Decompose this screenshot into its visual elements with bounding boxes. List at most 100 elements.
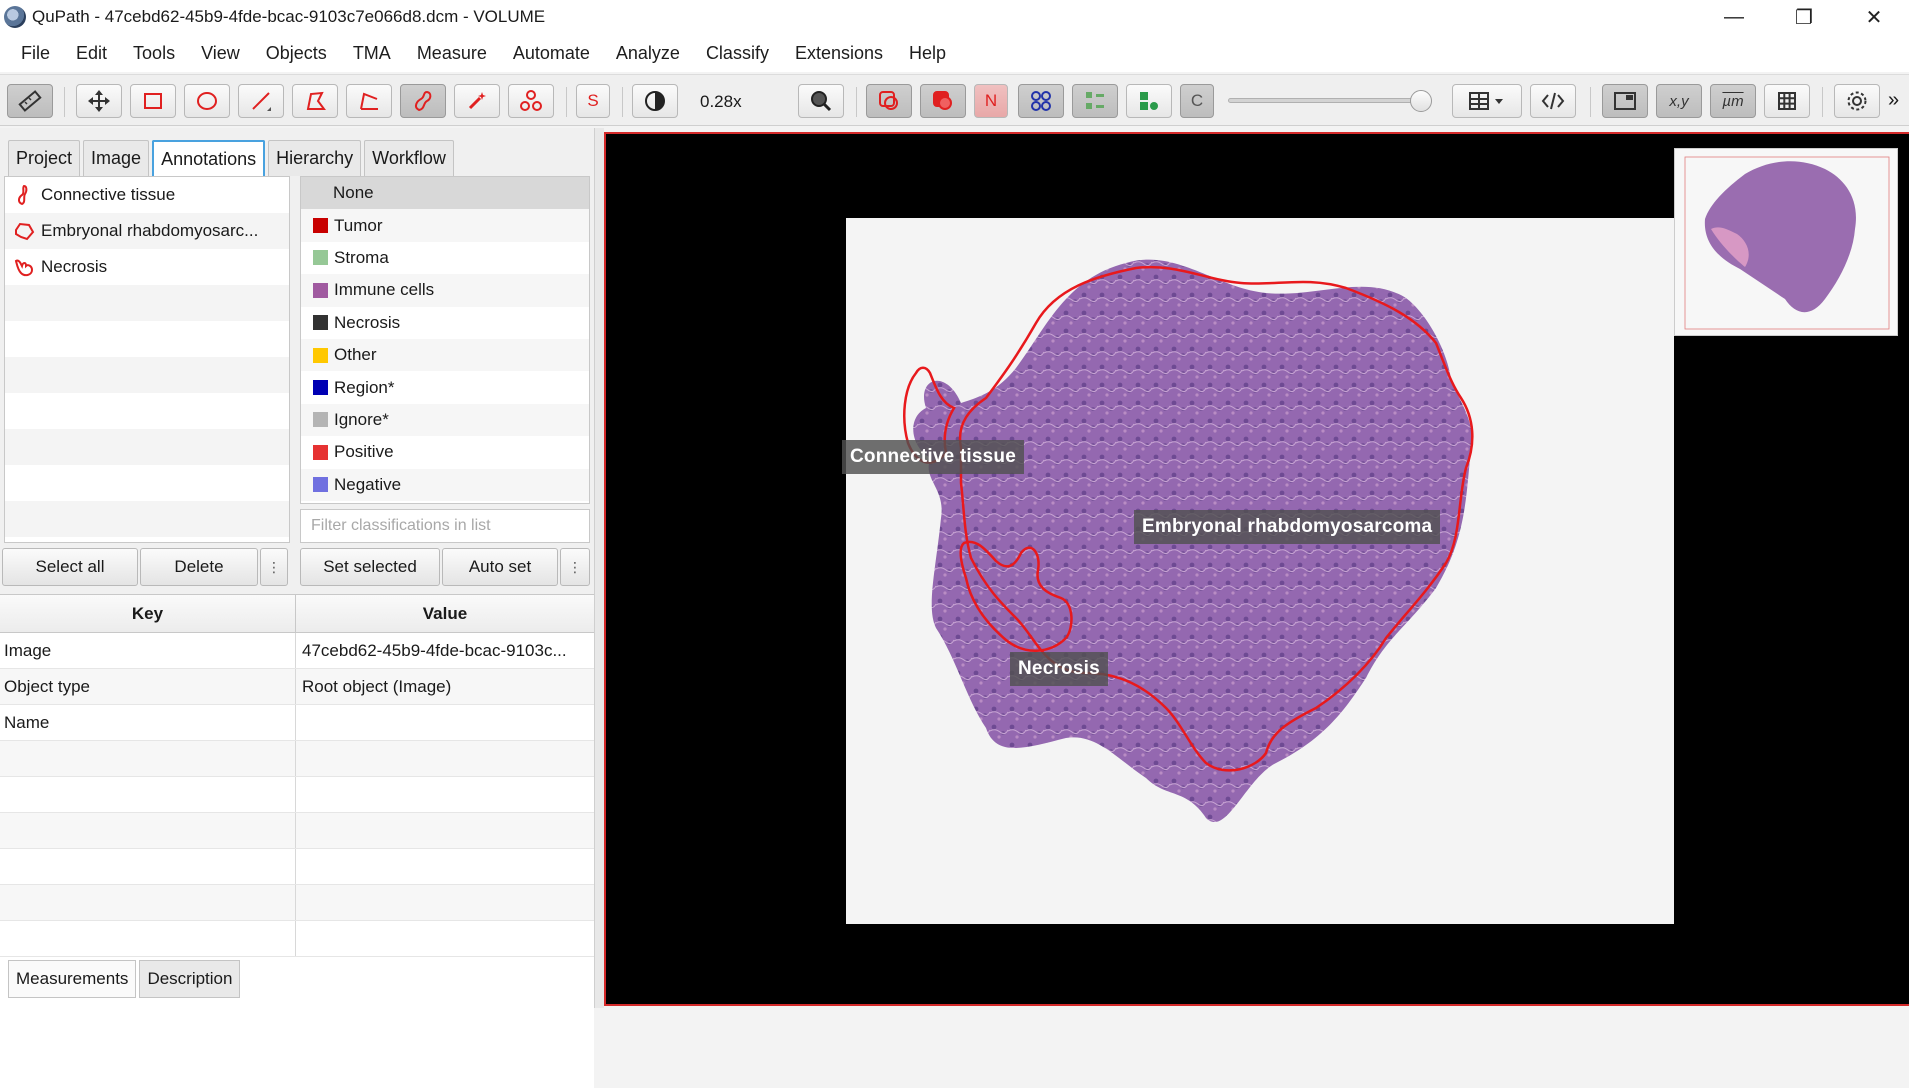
tab-project[interactable]: Project [8, 140, 81, 176]
class-name: Positive [334, 442, 394, 462]
brightness-contrast-button[interactable] [632, 84, 678, 118]
show-annotations-icon [879, 91, 898, 110]
class-item-none[interactable]: None [301, 177, 589, 210]
zoom-to-fit-button[interactable] [798, 84, 844, 118]
zoom-level: 0.28x [700, 92, 742, 111]
slide-image[interactable]: Connective tissue Embryonal rhabdomyosar… [842, 218, 1674, 924]
menu-objects[interactable]: Objects [253, 43, 340, 64]
brush-icon [414, 90, 432, 112]
delete-button[interactable]: Delete [140, 548, 258, 586]
menu-analyze[interactable]: Analyze [603, 43, 693, 64]
show-overview-button[interactable] [1602, 84, 1648, 118]
list-item [5, 393, 289, 429]
menu-automate[interactable]: Automate [500, 43, 603, 64]
show-detections-button[interactable] [1072, 84, 1118, 118]
image-viewer[interactable]: Connective tissue Embryonal rhabdomyosar… [604, 132, 1909, 1006]
class-item-ignore[interactable]: Ignore* [301, 403, 589, 437]
menu-tools[interactable]: Tools [120, 43, 188, 64]
class-item-region[interactable]: Region* [301, 371, 589, 403]
opacity-slider-track[interactable] [1228, 98, 1424, 103]
annotation-item-connective-tissue[interactable]: Connective tissue [5, 177, 289, 213]
tab-image[interactable]: Image [83, 140, 150, 176]
wand-tool-button[interactable] [454, 84, 500, 118]
menu-view[interactable]: View [188, 43, 253, 64]
tab-workflow[interactable]: Workflow [364, 140, 454, 176]
class-item-immune-cells[interactable]: Immune cells [301, 274, 589, 307]
menu-file[interactable]: File [8, 43, 63, 64]
value-column-header[interactable]: Value [296, 595, 594, 632]
grid-options-button[interactable] [1452, 84, 1522, 118]
magnifier-icon [811, 91, 832, 112]
polyline-tool-button[interactable] [346, 84, 392, 118]
opacity-slider-knob[interactable] [1410, 90, 1432, 112]
tab-measurements[interactable]: Measurements [8, 960, 137, 998]
title-bar: QuPath - 47cebd62-45b9-4fde-bcac-9103c7e… [0, 0, 1909, 34]
label-embryonal-rhabdomyosarcoma: Embryonal rhabdomyosarcoma [1134, 510, 1441, 544]
auto-set-button[interactable]: Auto set [442, 548, 558, 586]
fill-annotations-icon [933, 91, 952, 110]
rectangle-tool-button[interactable] [130, 84, 176, 118]
menu-classify[interactable]: Classify [693, 43, 782, 64]
classification-more-button[interactable]: ⋮ [560, 548, 590, 586]
close-button[interactable]: ✕ [1839, 0, 1909, 34]
class-item-positive[interactable]: Positive [301, 436, 589, 468]
fill-annotations-button[interactable] [920, 84, 966, 118]
set-selected-button[interactable]: Set selected [300, 548, 440, 586]
list-item [5, 429, 289, 465]
filter-classifications-input[interactable] [300, 509, 590, 543]
panel-splitter[interactable] [594, 128, 604, 1008]
menu-help[interactable]: Help [896, 43, 959, 64]
annotation-item-necrosis[interactable]: Necrosis [5, 249, 289, 285]
tab-annotations[interactable]: Annotations [152, 140, 266, 176]
class-item-necrosis[interactable]: Necrosis [301, 307, 589, 339]
table-row[interactable]: Object type Root object (Image) [0, 669, 594, 705]
class-item-stroma[interactable]: Stroma [301, 242, 589, 274]
table-row[interactable]: Name [0, 705, 594, 741]
selection-mode-button[interactable]: S [576, 84, 610, 118]
line-tool-button[interactable] [238, 84, 284, 118]
minimize-button[interactable]: — [1699, 0, 1769, 34]
fill-detections-button[interactable] [1126, 84, 1172, 118]
move-arrows-icon [88, 90, 110, 112]
tab-hierarchy[interactable]: Hierarchy [268, 140, 362, 176]
show-connections-button[interactable]: C [1180, 84, 1214, 118]
brush-tool-button[interactable] [400, 84, 446, 118]
annotation-list: Connective tissue Embryonal rhabdomyosar… [4, 176, 290, 543]
toolbar-toggle-button[interactable] [7, 84, 53, 118]
property-value: Root object (Image) [302, 676, 452, 696]
show-location-button[interactable]: x,y [1656, 84, 1702, 118]
show-grid-button[interactable] [1764, 84, 1810, 118]
annotation-more-button[interactable]: ⋮ [260, 548, 288, 586]
move-tool-button[interactable] [76, 84, 122, 118]
window-controls: — ❐ ✕ [1699, 0, 1909, 34]
table-row[interactable]: Image 47cebd62-45b9-4fde-bcac-9103c... [0, 633, 594, 669]
annotation-name: Connective tissue [41, 185, 176, 204]
menu-measure[interactable]: Measure [404, 43, 500, 64]
toolbar-overflow-button[interactable]: » [1888, 89, 1899, 112]
annotation-item-embryonal-rhabdomyosarcoma[interactable]: Embryonal rhabdomyosarc... [5, 213, 289, 249]
tab-description[interactable]: Description [139, 960, 241, 998]
points-tool-button[interactable] [508, 84, 554, 118]
show-names-button[interactable]: N [974, 84, 1008, 118]
preferences-button[interactable] [1834, 84, 1880, 118]
menu-tma[interactable]: TMA [340, 43, 404, 64]
class-item-tumor[interactable]: Tumor [301, 209, 589, 242]
points-icon [520, 90, 542, 111]
class-item-negative[interactable]: Negative [301, 468, 589, 501]
show-annotations-button[interactable] [866, 84, 912, 118]
show-tma-grid-button[interactable] [1018, 84, 1064, 118]
class-color-swatch [313, 444, 328, 460]
maximize-button[interactable]: ❐ [1769, 0, 1839, 34]
class-color-swatch [313, 282, 328, 298]
freehand-shape-icon [14, 259, 34, 277]
key-column-header[interactable]: Key [0, 595, 296, 632]
menu-edit[interactable]: Edit [63, 43, 120, 64]
show-scalebar-button[interactable]: µm [1710, 84, 1756, 118]
class-item-other[interactable]: Other [301, 338, 589, 372]
overview-thumbnail[interactable] [1674, 148, 1898, 336]
menu-extensions[interactable]: Extensions [782, 43, 896, 64]
ellipse-tool-button[interactable] [184, 84, 230, 118]
select-all-button[interactable]: Select all [2, 548, 138, 586]
polygon-tool-button[interactable] [292, 84, 338, 118]
script-editor-button[interactable] [1530, 84, 1576, 118]
